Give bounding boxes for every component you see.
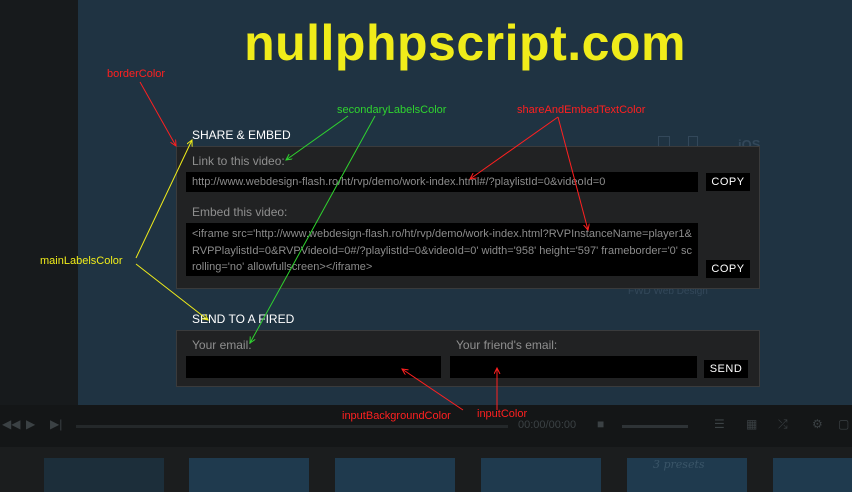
progress-track[interactable]	[76, 425, 508, 428]
annotation-border-color: borderColor	[107, 68, 166, 80]
friend-email-label: Your friend's email:	[456, 338, 558, 352]
playlist-thumbnails: 3 presets	[0, 447, 852, 492]
time-display: 00:00/00:00	[518, 419, 577, 431]
friend-email-input[interactable]	[450, 356, 697, 378]
left-sidebar-strip	[0, 0, 78, 405]
thumbnail-6[interactable]	[773, 458, 852, 492]
fullscreen-icon[interactable]: ▢	[838, 417, 849, 431]
thumbnail-2[interactable]	[189, 458, 309, 492]
link-field[interactable]: http://www.webdesign-flash.ro/ht/rvp/dem…	[186, 172, 698, 192]
settings-icon[interactable]: ⚙	[812, 417, 823, 431]
annotation-secondary-labels-color: secondaryLabelsColor	[337, 104, 447, 116]
thumbnail-5[interactable]: 3 presets	[627, 458, 747, 492]
watermark-text: nullphpscript.com	[244, 15, 686, 71]
embed-label: Embed this video:	[192, 205, 288, 219]
rewind-icon[interactable]: ◀◀	[2, 417, 20, 431]
quality-icon[interactable]: ▦	[746, 417, 757, 431]
your-email-input[interactable]	[186, 356, 441, 378]
annotation-input-color: inputColor	[477, 408, 528, 420]
playlist-icon[interactable]: ☰	[714, 417, 725, 431]
annotation-input-background-color: inputBackgroundColor	[342, 410, 451, 422]
thumbnail-1[interactable]	[44, 458, 164, 492]
annotation-share-embed-text-color: shareAndEmbedTextColor	[517, 104, 646, 116]
shuffle-icon[interactable]: ⤮	[778, 417, 788, 432]
share-embed-title: SHARE & EMBED	[192, 128, 291, 142]
embed-field[interactable]: <iframe src='http://www.webdesign-flash.…	[186, 223, 698, 276]
volume-track[interactable]	[622, 425, 688, 428]
thumbnail-3[interactable]	[335, 458, 455, 492]
play-icon[interactable]: ▶	[26, 417, 35, 431]
link-label: Link to this video:	[192, 154, 285, 168]
copy-embed-button[interactable]: COPY	[706, 260, 750, 278]
annotation-main-labels-color: mainLabelsColor	[40, 255, 123, 267]
volume-icon[interactable]: ■	[597, 417, 604, 431]
next-icon[interactable]: ▶|	[50, 417, 62, 431]
thumbnail-4[interactable]	[481, 458, 601, 492]
thumbnail-presets-text: 3 presets	[653, 458, 705, 471]
send-button[interactable]: SEND	[704, 360, 748, 378]
send-to-friend-title: SEND TO A FIRED	[192, 312, 295, 326]
copy-link-button[interactable]: COPY	[706, 173, 750, 191]
your-email-label: Your email:	[192, 338, 252, 352]
